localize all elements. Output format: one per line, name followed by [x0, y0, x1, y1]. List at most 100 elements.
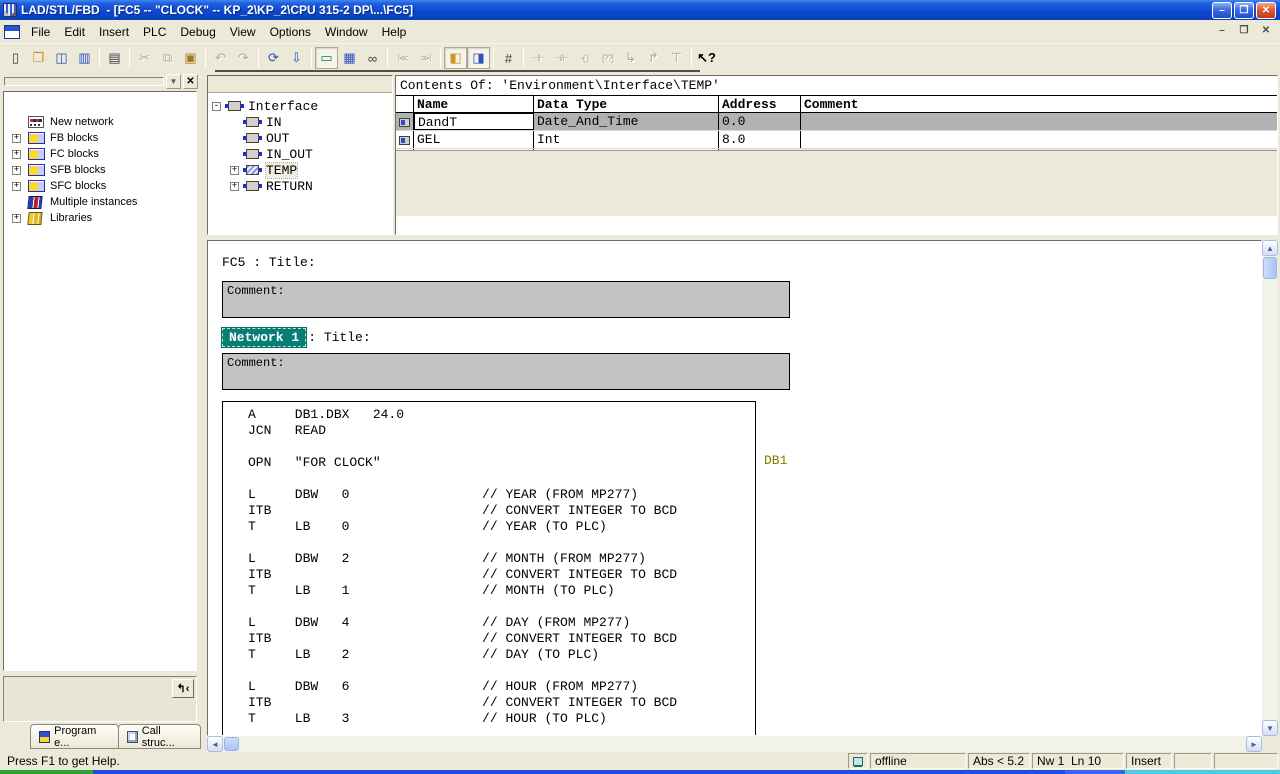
toolbar-print-button[interactable]: ▤: [103, 47, 126, 69]
tree-item-label[interactable]: FC blocks: [50, 148, 99, 160]
interface-root-label[interactable]: Interface: [248, 99, 318, 114]
tree-item-sfb-blocks[interactable]: + SFB blocks: [4, 162, 196, 178]
cell-address[interactable]: 0.0: [719, 113, 801, 130]
table-row[interactable]: DandT Date_And_Time 0.0: [396, 113, 1277, 131]
interface-item-label[interactable]: RETURN: [266, 179, 313, 194]
menu-view[interactable]: View: [223, 23, 263, 41]
menu-help[interactable]: Help: [375, 23, 414, 41]
network-comment-box[interactable]: Comment:: [222, 353, 790, 390]
network-badge[interactable]: Network 1: [222, 328, 307, 347]
expander-icon[interactable]: +: [12, 213, 21, 223]
close-button[interactable]: ✕: [1256, 2, 1276, 19]
toolbar-empty-box-button[interactable]: [??]: [596, 47, 619, 69]
toolbar-grip[interactable]: [4, 76, 164, 86]
toolbar-cut-button[interactable]: ✂: [133, 47, 156, 69]
code-line[interactable]: ITB // CONVERT INTEGER TO BCD: [248, 631, 755, 647]
code-line[interactable]: T LB 0 // YEAR (TO PLC): [248, 519, 755, 535]
cell-name[interactable]: DandT: [414, 113, 534, 130]
menu-options[interactable]: Options: [263, 23, 318, 41]
toolbar-redo-button[interactable]: ↷: [232, 47, 255, 69]
panel-close-button[interactable]: ✕: [183, 73, 198, 89]
cell-name[interactable]: GEL: [414, 131, 534, 148]
toolbar-overview-button[interactable]: ◧: [444, 47, 467, 69]
tree-item-fc-blocks[interactable]: + FC blocks: [4, 146, 196, 162]
toolbar-paste-button[interactable]: ▣: [179, 47, 202, 69]
toolbar-t-branch-button[interactable]: ⊤: [665, 47, 688, 69]
stl-code-block[interactable]: A DB1.DBX 24.0 JCN READ OPN "FOR CLOCK" …: [222, 401, 756, 735]
toolbar-copy-button[interactable]: ⧉: [156, 47, 179, 69]
scroll-up-button[interactable]: ▲: [1262, 240, 1278, 256]
dropdown-button[interactable]: ▼: [166, 73, 181, 89]
toolbar-new-network-button[interactable]: #: [497, 47, 520, 69]
menu-debug[interactable]: Debug: [173, 23, 222, 41]
menu-edit[interactable]: Edit: [57, 23, 92, 41]
toolbar-open-station-button[interactable]: ◫: [50, 47, 73, 69]
cell-data-type[interactable]: Date_And_Time: [534, 113, 719, 130]
code-line[interactable]: L DBW 2 // MONTH (FROM MP277): [248, 551, 755, 567]
mdi-minimize-button[interactable]: –: [1214, 23, 1230, 38]
toolbar-update-button[interactable]: ⟳: [262, 47, 285, 69]
horizontal-scroll-thumb[interactable]: [224, 737, 239, 751]
mdi-close-button[interactable]: ✕: [1258, 23, 1274, 38]
cell-comment[interactable]: [801, 113, 1277, 130]
menu-window[interactable]: Window: [318, 23, 375, 41]
column-header-comment[interactable]: Comment: [801, 96, 1277, 112]
scroll-down-button[interactable]: ▼: [1262, 720, 1278, 736]
minimize-button[interactable]: –: [1212, 2, 1232, 19]
tree-item-label[interactable]: SFB blocks: [50, 164, 106, 176]
interface-item-in[interactable]: IN: [208, 114, 392, 130]
toolbar-detail-view-button[interactable]: ◨: [467, 47, 490, 69]
toolbar-coil-button[interactable]: -( ): [573, 47, 596, 69]
mdi-child-icon[interactable]: [4, 24, 20, 39]
toolbar-help-select-button[interactable]: ↖?: [695, 47, 718, 69]
expand-icon[interactable]: +: [230, 165, 239, 175]
restore-button[interactable]: ❐: [1234, 2, 1254, 19]
code-line[interactable]: L DBW 4 // DAY (FROM MP277): [248, 615, 755, 631]
interface-item-label[interactable]: OUT: [266, 131, 289, 146]
toolbar-undo-button[interactable]: ↶: [209, 47, 232, 69]
menu-insert[interactable]: Insert: [92, 23, 136, 41]
tree-item-sfc-blocks[interactable]: + SFC blocks: [4, 178, 196, 194]
code-line[interactable]: L DBW 6 // HOUR (FROM MP277): [248, 679, 755, 695]
vertical-scroll-thumb[interactable]: [1263, 257, 1277, 279]
code-line[interactable]: T LB 3 // HOUR (TO PLC): [248, 711, 755, 727]
scroll-left-button[interactable]: ◄: [207, 736, 223, 752]
vertical-scrollbar[interactable]: ▲ ▼: [1262, 240, 1278, 736]
interface-item-label[interactable]: IN: [266, 115, 282, 130]
toolbar-symbol-toggle-button[interactable]: ▭: [315, 47, 338, 69]
menu-plc[interactable]: PLC: [136, 23, 173, 41]
toolbar-new-button[interactable]: ▯: [4, 47, 27, 69]
interface-item-label[interactable]: TEMP: [264, 161, 299, 179]
code-line[interactable]: [248, 599, 755, 615]
interface-root[interactable]: - Interface: [208, 98, 392, 114]
code-line[interactable]: ITB // CONVERT INTEGER TO BCD: [248, 695, 755, 711]
scroll-right-button[interactable]: ►: [1246, 736, 1262, 752]
interface-item-temp[interactable]: + TEMP: [208, 161, 392, 179]
expander-icon[interactable]: +: [12, 181, 21, 191]
menu-file[interactable]: File: [24, 23, 57, 41]
column-header-address[interactable]: Address: [719, 96, 801, 112]
interface-item-out[interactable]: OUT: [208, 130, 392, 146]
code-line[interactable]: [248, 439, 755, 455]
toolbar-prev-error-button[interactable]: !≪: [391, 47, 414, 69]
expander-icon[interactable]: +: [12, 149, 21, 159]
tree-item-label[interactable]: FB blocks: [50, 132, 98, 144]
expand-icon[interactable]: +: [230, 181, 239, 191]
table-row[interactable]: GEL Int 8.0: [396, 131, 1277, 149]
tree-item-label[interactable]: Multiple instances: [50, 196, 137, 208]
mdi-restore-button[interactable]: ❐: [1236, 23, 1252, 38]
block-title[interactable]: FC5 : Title:: [222, 255, 316, 270]
expander-icon[interactable]: +: [12, 133, 21, 143]
code-line[interactable]: L DBW 0 // YEAR (FROM MP277): [248, 487, 755, 503]
toolbar-next-error-button[interactable]: ≫!: [414, 47, 437, 69]
code-line[interactable]: T LB 2 // DAY (TO PLC): [248, 647, 755, 663]
toolbar-nc-contact-button[interactable]: ⊣/⊢: [550, 47, 573, 69]
code-line[interactable]: T LB 1 // MONTH (TO PLC): [248, 583, 755, 599]
code-line[interactable]: ITB // CONVERT INTEGER TO BCD: [248, 503, 755, 519]
interface-item-label[interactable]: IN_OUT: [266, 147, 313, 162]
tree-item-multiple-instances[interactable]: Multiple instances: [4, 194, 196, 210]
goto-location-button[interactable]: ↰‹: [172, 679, 194, 698]
toolbar-symbol-info-button[interactable]: ▦: [338, 47, 361, 69]
toolbar-save-button[interactable]: ▥: [73, 47, 96, 69]
code-line[interactable]: [248, 535, 755, 551]
